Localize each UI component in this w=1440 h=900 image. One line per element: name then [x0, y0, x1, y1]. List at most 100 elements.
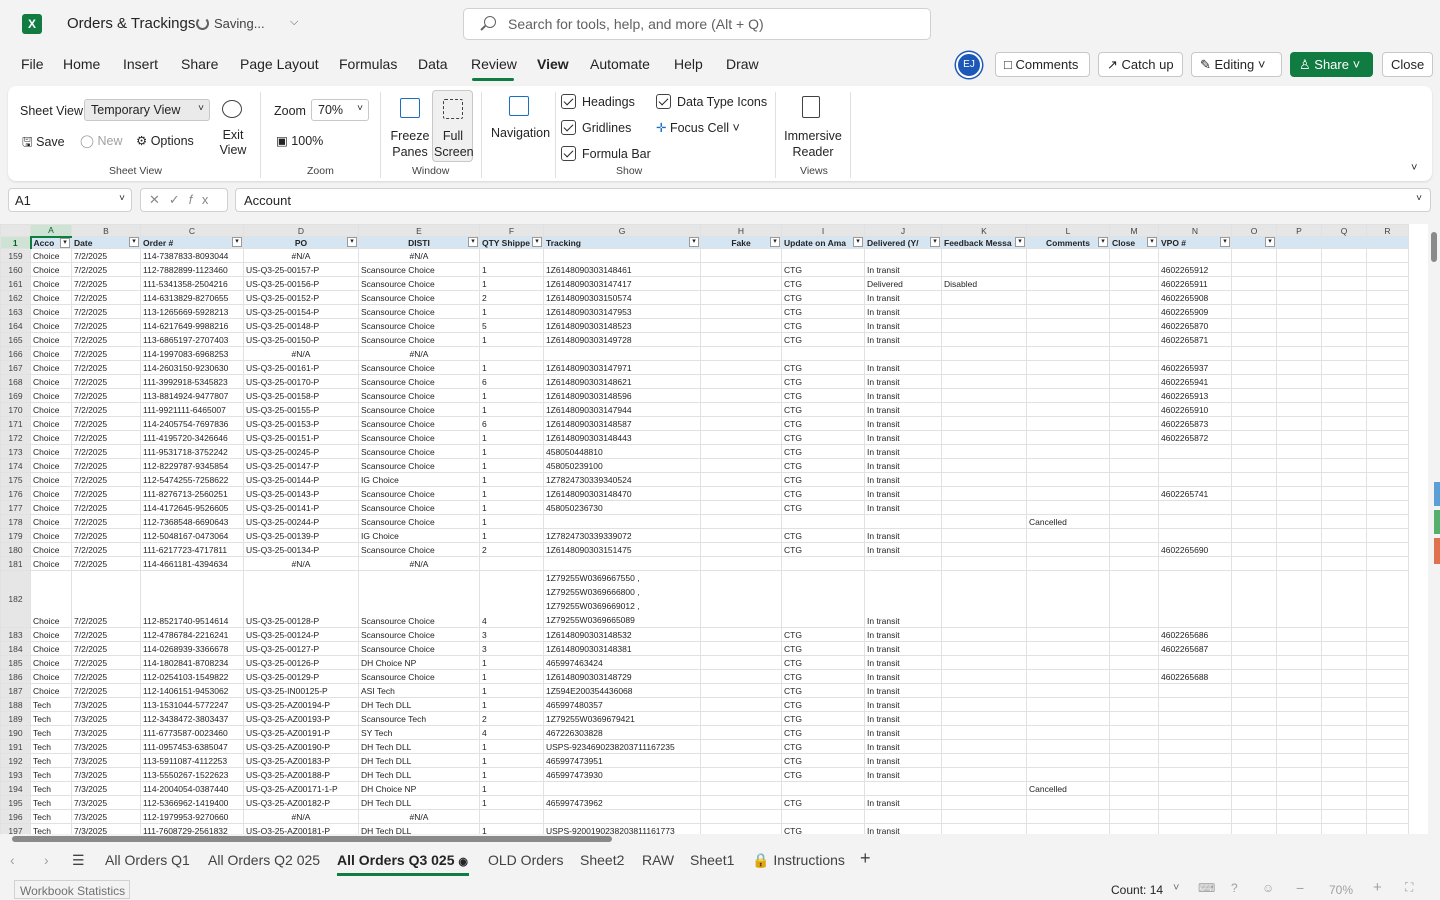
cell[interactable] [1276, 781, 1322, 796]
cell[interactable] [1276, 823, 1322, 834]
cell[interactable] [1109, 528, 1159, 543]
filter-dropdown-icon[interactable]: ▾ [129, 237, 139, 247]
cell[interactable]: Choice [30, 388, 72, 403]
cell[interactable]: US-Q3-25-00153-P [243, 416, 359, 431]
column-filter-cell[interactable]: Update on Ama ▾ [781, 236, 865, 249]
cell[interactable]: US-Q3-25-00148-P [243, 318, 359, 333]
cell[interactable] [1231, 641, 1277, 656]
cell[interactable] [864, 514, 942, 529]
cell[interactable]: 111-0957453-6385047 [140, 739, 244, 754]
cell[interactable] [1366, 725, 1409, 740]
cell[interactable]: 7/2/2025 [71, 641, 141, 656]
cell[interactable]: 114-2004054-0387440 [140, 781, 244, 796]
cell[interactable] [1231, 402, 1277, 417]
cell[interactable] [700, 556, 782, 571]
cell[interactable] [1231, 570, 1277, 628]
cell[interactable]: Scansource Choice [358, 332, 480, 347]
cell[interactable] [479, 809, 544, 824]
cell[interactable]: US-Q3-25-00170-P [243, 374, 359, 389]
status-zoom-value[interactable]: 70% [1329, 883, 1353, 897]
cell[interactable]: 465997473951 [543, 753, 701, 768]
cell[interactable] [1109, 739, 1159, 754]
cell[interactable]: 1 [479, 823, 544, 834]
cell[interactable] [1276, 346, 1322, 361]
cell[interactable]: IG Choice [358, 528, 480, 543]
cell[interactable]: 4 [479, 725, 544, 740]
cell[interactable]: 111-3992918-5345823 [140, 374, 244, 389]
cell[interactable] [1026, 276, 1110, 291]
cell[interactable]: CTG [781, 683, 865, 698]
cell[interactable] [941, 332, 1027, 347]
cell[interactable] [1231, 472, 1277, 487]
cell[interactable]: SY Tech [358, 725, 480, 740]
cell[interactable]: 1Z6148090303148596 [543, 388, 701, 403]
cell[interactable]: 7/2/2025 [71, 500, 141, 515]
cell[interactable] [1026, 711, 1110, 726]
cell[interactable] [700, 430, 782, 445]
sheet-tab[interactable]: Sheet1 [690, 852, 734, 868]
cell[interactable] [941, 570, 1027, 628]
cell[interactable] [1026, 416, 1110, 431]
cell[interactable]: 7/3/2025 [71, 767, 141, 782]
cell[interactable] [1321, 360, 1367, 375]
cell[interactable] [1321, 458, 1367, 473]
row-header[interactable]: 197 [0, 823, 31, 834]
cell[interactable]: 4602265937 [1158, 360, 1232, 375]
cell[interactable] [1158, 514, 1232, 529]
cell[interactable]: 4602265688 [1158, 669, 1232, 684]
cell[interactable]: CTG [781, 641, 865, 656]
cell[interactable]: Scansource Choice [358, 374, 480, 389]
share-button[interactable]: ♙ Share ˅ [1290, 52, 1373, 77]
cell[interactable]: Scansource Choice [358, 388, 480, 403]
cell[interactable]: DH Tech DLL [358, 823, 480, 834]
cell[interactable] [1321, 444, 1367, 459]
cell[interactable]: #N/A [243, 556, 359, 571]
cell[interactable] [1231, 304, 1277, 319]
menu-home[interactable]: Home [63, 56, 100, 72]
cell[interactable] [1366, 627, 1409, 642]
cell[interactable] [1276, 556, 1322, 571]
cell[interactable] [700, 472, 782, 487]
cell[interactable] [700, 767, 782, 782]
filter-dropdown-icon[interactable]: ▾ [1265, 237, 1275, 247]
menu-file[interactable]: File [21, 56, 44, 72]
cell[interactable] [1026, 346, 1110, 361]
row-header[interactable]: 180 [0, 542, 31, 557]
cell[interactable] [1109, 360, 1159, 375]
cell[interactable] [1321, 276, 1367, 291]
filter-dropdown-icon[interactable]: ▾ [770, 237, 780, 247]
column-header[interactable]: G [543, 224, 701, 237]
cell[interactable] [1026, 725, 1110, 740]
cell[interactable] [1109, 276, 1159, 291]
sheet-tab[interactable]: RAW [642, 852, 674, 868]
cell[interactable]: Choice [30, 669, 72, 684]
cell[interactable] [1231, 318, 1277, 333]
cell[interactable]: Tech [30, 823, 72, 834]
row-header[interactable]: 177 [0, 500, 31, 515]
cell[interactable]: 7/2/2025 [71, 458, 141, 473]
cell[interactable]: 458050236730 [543, 500, 701, 515]
cell[interactable]: #N/A [358, 809, 480, 824]
cell[interactable] [1321, 430, 1367, 445]
cell[interactable] [1276, 318, 1322, 333]
cell[interactable] [1158, 472, 1232, 487]
cell[interactable]: 1Z79255W0369679421 [543, 711, 701, 726]
zoom-dropdown[interactable]: 70% ˅ [311, 99, 369, 121]
cell[interactable]: 1 [479, 486, 544, 501]
cell[interactable]: CTG [781, 374, 865, 389]
cell[interactable] [1109, 725, 1159, 740]
column-header[interactable]: L [1026, 224, 1110, 237]
cell[interactable]: Choice [30, 444, 72, 459]
cell[interactable]: #N/A [358, 556, 480, 571]
cell[interactable]: 4602265912 [1158, 262, 1232, 277]
cell[interactable] [1026, 472, 1110, 487]
sheet-tab[interactable]: All Orders Q1 [105, 852, 190, 868]
cell[interactable]: Choice [30, 332, 72, 347]
menu-help[interactable]: Help [674, 56, 703, 72]
cell[interactable] [1366, 374, 1409, 389]
cell[interactable]: 7/2/2025 [71, 416, 141, 431]
cell[interactable] [1276, 430, 1322, 445]
cell[interactable]: 112-5366962-1419400 [140, 795, 244, 810]
cell[interactable]: 112-5474255-7258622 [140, 472, 244, 487]
cell[interactable]: Tech [30, 697, 72, 712]
